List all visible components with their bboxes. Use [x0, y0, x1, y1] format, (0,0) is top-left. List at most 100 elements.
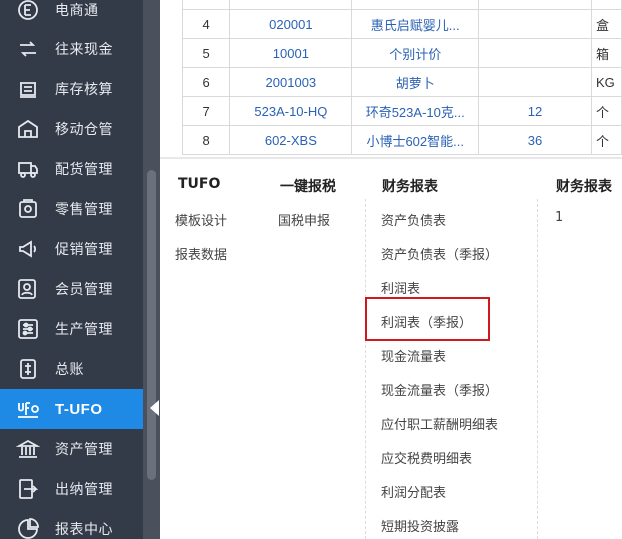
product-name-cell[interactable]	[351, 0, 479, 10]
table-row[interactable]: 4 020001 惠氏启赋婴儿... 盒	[182, 9, 622, 39]
ufo-icon	[13, 397, 43, 421]
ecommerce-icon	[13, 0, 43, 22]
column-divider	[365, 199, 366, 539]
product-name-cell[interactable]: 胡萝卜	[351, 67, 479, 97]
sidebar-item-report-center[interactable]: 报表中心	[0, 509, 143, 539]
product-name-cell[interactable]: 环奇523A-10克...	[351, 96, 479, 126]
product-code-cell[interactable]: 523A-10-HQ	[229, 96, 353, 126]
quantity-cell[interactable]	[477, 9, 593, 39]
sidebar-item-label: 配货管理	[55, 162, 113, 178]
sidebar-item-label: 会员管理	[55, 282, 113, 298]
production-icon	[13, 317, 43, 341]
sidebar-item-member[interactable]: 会员管理	[0, 269, 143, 309]
quantity-cell[interactable]: 12	[477, 96, 593, 126]
menu-column-title-financial-reports-2: 财务报表	[556, 179, 612, 195]
sidebar-item-promotion[interactable]: 促销管理	[0, 229, 143, 269]
quantity-cell[interactable]	[477, 0, 593, 10]
row-number-cell: 6	[182, 67, 231, 97]
menu-item-national-tax-filing[interactable]: 国税申报	[278, 210, 330, 229]
table-row[interactable]: 6 2001003 胡萝卜 KG	[182, 67, 622, 97]
sidebar-item-label: 零售管理	[55, 202, 113, 218]
row-number-cell: 7	[182, 96, 231, 126]
menu-item-balance-sheet[interactable]: 资产负债表	[381, 210, 446, 229]
sidebar-item-label: 移动仓管	[55, 122, 113, 138]
t-ufo-menu-panel: TUFO 模板设计 报表数据 一键报税 国税申报 财务报表 资产负债表 资产负债…	[160, 157, 622, 539]
sidebar-item-label: 资产管理	[55, 442, 113, 458]
row-number-cell: 8	[182, 125, 231, 155]
product-name-cell[interactable]: 小博士602智能...	[351, 125, 479, 155]
sidebar-item-retail[interactable]: 零售管理	[0, 189, 143, 229]
sidebar-item-asset[interactable]: 资产管理	[0, 429, 143, 469]
ledger-icon	[13, 357, 43, 381]
unit-cell: KG	[591, 67, 622, 97]
unit-cell: 盒	[591, 9, 622, 39]
quantity-cell[interactable]: 36	[477, 125, 593, 155]
distribution-icon	[13, 157, 43, 181]
row-number-cell	[182, 0, 231, 10]
sidebar-item-cashier[interactable]: 出纳管理	[0, 469, 143, 509]
menu-item-income-statement[interactable]: 利润表	[381, 278, 420, 297]
quantity-cell[interactable]	[477, 38, 593, 68]
menu-item-taxes-payable-detail[interactable]: 应交税费明细表	[381, 448, 472, 467]
menu-column-title-financial-reports: 财务报表	[382, 179, 438, 195]
menu-item-cash-flow-statement-quarterly[interactable]: 现金流量表（季报）	[381, 380, 498, 399]
sidebar-item-transfer[interactable]: 往来现金	[0, 29, 143, 69]
column-divider	[537, 199, 538, 539]
sidebar-item-ledger[interactable]: 总账	[0, 349, 143, 389]
report-center-icon	[13, 517, 43, 539]
cashier-icon	[13, 477, 43, 501]
table-row[interactable]: 7 523A-10-HQ 环奇523A-10克... 12 个	[182, 96, 622, 126]
menu-item-template-design[interactable]: 模板设计	[175, 210, 227, 229]
sidebar-item-distribution[interactable]: 配货管理	[0, 149, 143, 189]
transfer-icon	[13, 37, 43, 61]
quantity-cell[interactable]	[477, 67, 593, 97]
data-table: 4 020001 惠氏启赋婴儿... 盒 5 10001 个别计价 箱 6 20…	[182, 0, 622, 157]
member-icon	[13, 277, 43, 301]
unit-cell: 个	[591, 96, 622, 126]
product-name-cell[interactable]: 惠氏启赋婴儿...	[351, 9, 479, 39]
sidebar-item-label: 库存核算	[55, 82, 113, 98]
sidebar-item-inventory[interactable]: 库存核算	[0, 69, 143, 109]
table-row[interactable]	[182, 0, 622, 10]
sidebar: 电商通 往来现金 库存核算 移动仓管 配货管理 零售管理 促销管理 会员管理 生…	[0, 0, 143, 539]
product-name-cell[interactable]: 个别计价	[351, 38, 479, 68]
active-item-pointer	[150, 400, 159, 416]
retail-icon	[13, 197, 43, 221]
sidebar-item-label: T-UFO	[55, 400, 103, 418]
product-code-cell[interactable]: 2001003	[229, 67, 353, 97]
unit-cell: 个	[591, 125, 622, 155]
sidebar-item-label: 出纳管理	[55, 482, 113, 498]
sidebar-item-label: 促销管理	[55, 242, 113, 258]
product-code-cell[interactable]: 10001	[229, 38, 353, 68]
unit-cell	[591, 0, 622, 10]
unit-cell: 箱	[591, 38, 622, 68]
menu-item-balance-sheet-quarterly[interactable]: 资产负债表（季报）	[381, 244, 498, 263]
sidebar-item-label: 总账	[55, 362, 84, 378]
menu-item-cash-flow-statement[interactable]: 现金流量表	[381, 346, 446, 365]
menu-item-short-term-investment-disclosure[interactable]: 短期投资披露	[381, 516, 459, 535]
sidebar-item-t-ufo[interactable]: T-UFO	[0, 389, 143, 429]
row-number-cell: 4	[182, 9, 231, 39]
menu-item-report-1[interactable]: 1	[555, 210, 563, 225]
sidebar-item-ecommerce[interactable]: 电商通	[0, 0, 143, 30]
menu-item-payroll-payable-detail[interactable]: 应付职工薪酬明细表	[381, 414, 498, 433]
sidebar-item-label: 报表中心	[55, 522, 113, 538]
menu-item-profit-distribution[interactable]: 利润分配表	[381, 482, 446, 501]
sidebar-scrollbar-thumb[interactable]	[147, 170, 156, 480]
product-code-cell[interactable]: 602-XBS	[229, 125, 353, 155]
product-code-cell[interactable]	[229, 0, 353, 10]
menu-column-title-tufo: TUFO	[178, 176, 221, 192]
menu-item-report-data[interactable]: 报表数据	[175, 244, 227, 263]
mobile-warehouse-icon	[13, 117, 43, 141]
product-code-cell[interactable]: 020001	[229, 9, 353, 39]
table-row[interactable]: 8 602-XBS 小博士602智能... 36 个	[182, 125, 622, 155]
table-row[interactable]: 5 10001 个别计价 箱	[182, 38, 622, 68]
asset-icon	[13, 437, 43, 461]
sidebar-item-production[interactable]: 生产管理	[0, 309, 143, 349]
row-number-cell: 5	[182, 38, 231, 68]
inventory-icon	[13, 77, 43, 101]
menu-column-title-tax-filing: 一键报税	[280, 179, 336, 195]
sidebar-item-label: 往来现金	[55, 42, 113, 58]
highlight-annotation-box	[365, 297, 490, 341]
sidebar-item-mobile-warehouse[interactable]: 移动仓管	[0, 109, 143, 149]
